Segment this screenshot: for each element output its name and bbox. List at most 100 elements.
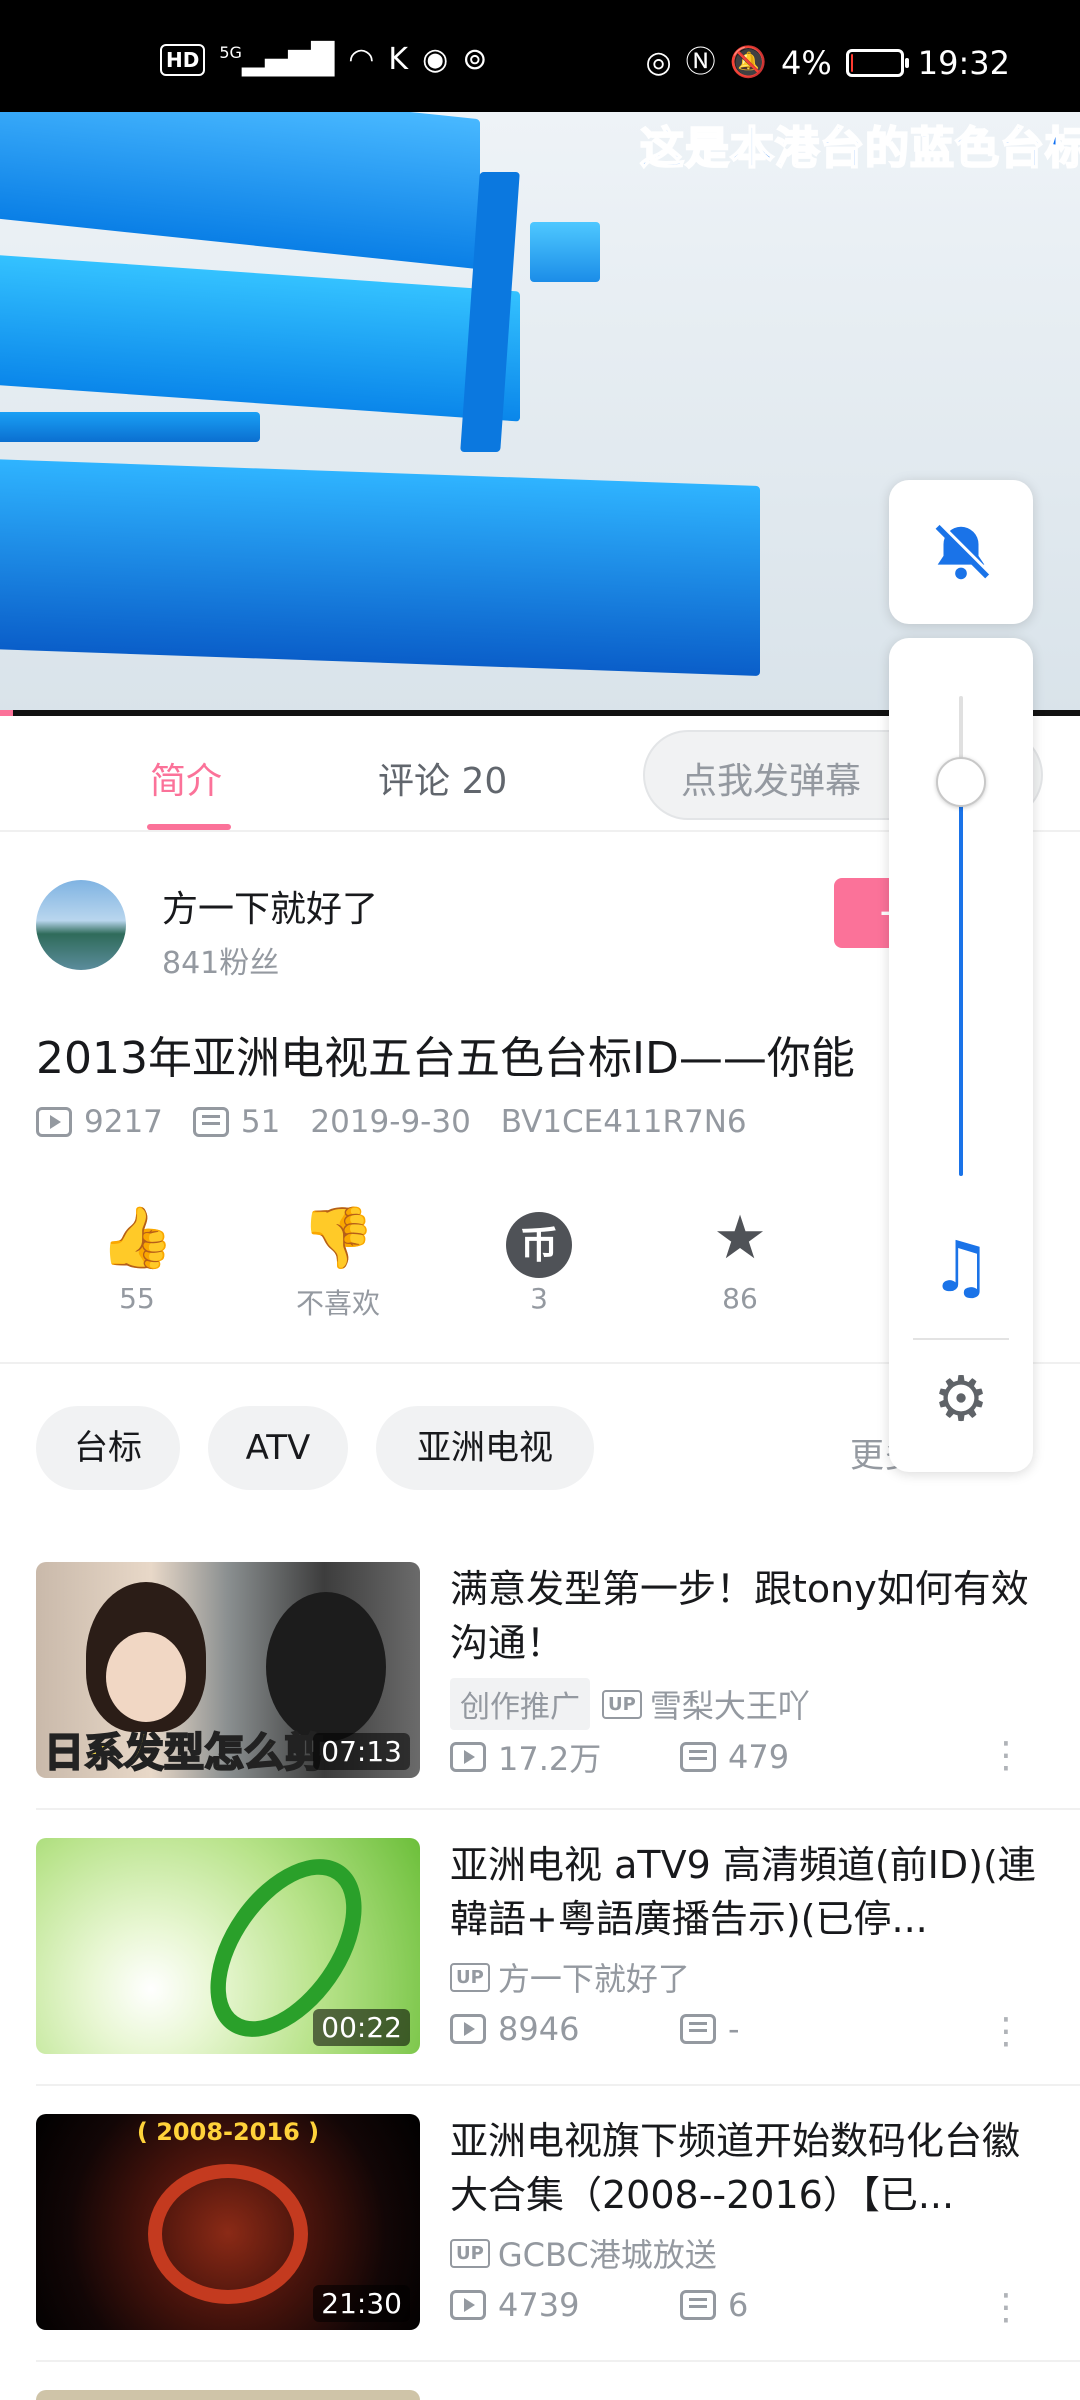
play-count-icon (450, 2014, 486, 2044)
nfc-icon: Ⓝ (685, 45, 716, 80)
battery-fill (850, 54, 853, 72)
eye-icon: ◎ (645, 45, 672, 80)
video-frame-band (0, 112, 480, 270)
video-frame-band (0, 412, 260, 442)
video-thumbnail[interactable]: 日系发型怎么剪 07:13 (36, 1562, 420, 1778)
status-left-icons: HD 5G▂▄▆█ ◠ K ◉ ⊚ (160, 44, 487, 76)
thumb-logo-shape (148, 2164, 308, 2304)
video-title[interactable]: 2013年亚洲电视五台五色台标ID——你能 (36, 1022, 896, 1086)
recommend-uploader: 方一下就好了 (497, 1960, 690, 1998)
video-thumbnail[interactable]: 00:22 (36, 1838, 420, 2054)
play-count-icon (450, 2290, 486, 2320)
tag-chip[interactable]: 台标 (36, 1406, 180, 1490)
favorite-count: 86 (722, 1282, 758, 1315)
recommend-item[interactable]: 日系发型怎么剪 07:13 满意发型第一步！跟tony如何有效沟通！ 创作推广 … (0, 1562, 1080, 1838)
tab-intro[interactable]: 简介 (150, 752, 222, 804)
star-icon: ★ (713, 1203, 767, 1273)
battery-percent: 4% (781, 44, 832, 82)
like-button[interactable]: 👍 55 (67, 1200, 207, 1315)
hd-badge: HD (160, 44, 206, 76)
recommend-title: 亚洲电视 aTV9 高清頻道(前ID)(連韓語+粵語廣播告示)(已停... (450, 1843, 1036, 1941)
more-options-icon[interactable]: ⋮ (988, 2014, 1024, 2050)
next-thumbnail-peek (36, 2390, 420, 2400)
video-frame-band (530, 222, 600, 282)
video-overlay-text: 这是本港台的蓝色台标 (639, 122, 1080, 175)
video-thumbnail[interactable]: ( 2008-2016 ) 21:30 (36, 2114, 420, 2330)
video-duration: 21:30 (313, 2285, 410, 2322)
clock: 19:32 (917, 44, 1010, 82)
more-options-icon[interactable]: ⋮ (988, 2290, 1024, 2326)
danmaku-count-icon (680, 2014, 716, 2044)
thumb-caption: 日系发型怎么剪 (43, 1729, 325, 1777)
tab-comments[interactable]: 评论 20 (378, 752, 507, 804)
tag-chip[interactable]: 亚洲电视 (376, 1406, 594, 1490)
action-bar: 👍 55 👎 不喜欢 币 3 ★ 86 (0, 1200, 900, 1340)
tag-chip[interactable]: ATV (208, 1406, 348, 1490)
list-divider (36, 1808, 1080, 1810)
recommend-uploader: GCBC港城放送 (497, 2236, 717, 2274)
volume-slider-fill (959, 782, 963, 1176)
volume-panel: ♫ ⚙ (889, 638, 1033, 1472)
dislike-label: 不喜欢 (295, 1287, 380, 1320)
bvid: BV1CE411R7N6 (500, 1104, 747, 1140)
bell-muted-icon (935, 522, 992, 579)
video-stats: 9217 51 2019-9-30 BV1CE411R7N6 (36, 1104, 777, 1140)
recommend-meta: 创作推广 UP 雪梨大王吖 (450, 1678, 810, 1730)
tab-active-indicator (147, 824, 231, 830)
views-count: 9217 (84, 1104, 163, 1140)
danmaku-count-icon (680, 2290, 716, 2320)
thumb-caption: ( 2008-2016 ) (136, 2118, 320, 2146)
danmaku-count: 51 (240, 1104, 281, 1140)
up-badge: UP (602, 1689, 642, 1719)
recommend-danmaku: 479 (728, 1738, 790, 1776)
recommend-views: 4739 (498, 2286, 580, 2324)
coin-icon: 币 (506, 1212, 572, 1278)
views-stat: 9217 (36, 1104, 163, 1140)
dislike-button[interactable]: 👎 不喜欢 (268, 1200, 408, 1322)
recommend-item[interactable]: 00:22 亚洲电视 aTV9 高清頻道(前ID)(連韓語+粵語廣播告示)(已停… (0, 1838, 1080, 2114)
recommend-title: 亚洲电视旗下频道开始数码化台徽大合集（2008--2016）【已... (450, 2119, 1021, 2217)
k-icon: K (388, 42, 409, 77)
hotspot-icon: ⊚ (462, 42, 488, 77)
publish-date: 2019-9-30 (310, 1104, 471, 1140)
recommend-danmaku: - (728, 2010, 740, 2048)
mute-icon: 🔕 (729, 45, 768, 80)
video-duration: 00:22 (313, 2009, 410, 2046)
status-bar: HD 5G▂▄▆█ ◠ K ◉ ⊚ ◎ Ⓝ 🔕 4% 19:32 (0, 0, 1080, 112)
play-count-icon (36, 1107, 72, 1137)
uploader-avatar[interactable] (36, 880, 126, 970)
app-icon: ◉ (422, 42, 449, 77)
play-count-icon (450, 1742, 486, 1772)
recommend-views: 17.2万 (498, 1740, 602, 1778)
favorite-button[interactable]: ★ 86 (670, 1200, 810, 1315)
list-divider (36, 2360, 1080, 2362)
danmaku-count-icon (192, 1107, 229, 1137)
recommend-stats: 17.2万 479 (450, 1734, 910, 1780)
recommend-item[interactable]: ( 2008-2016 ) 21:30 亚洲电视旗下频道开始数码化台徽大合集（2… (0, 2114, 1080, 2390)
promo-badge: 创作推广 (450, 1678, 590, 1730)
up-badge: UP (450, 1962, 490, 1992)
danmaku-count-icon (680, 1742, 716, 1772)
thumb-down-icon: 👎 (300, 1203, 376, 1273)
coin-button[interactable]: 币 3 (469, 1200, 609, 1315)
more-options-icon[interactable]: ⋮ (988, 1738, 1024, 1774)
thumb-face (106, 1632, 186, 1722)
wifi-icon: ◠ (348, 42, 375, 77)
status-right-icons: ◎ Ⓝ 🔕 4% 19:32 (645, 44, 1010, 82)
up-badge: UP (450, 2238, 490, 2268)
uploader-fans: 841粉丝 (162, 946, 280, 981)
volume-slider-handle[interactable] (936, 757, 986, 807)
like-count: 55 (119, 1282, 155, 1315)
recommend-views: 8946 (498, 2010, 580, 2048)
list-divider (36, 2084, 1080, 2086)
signal-icon: 5G▂▄▆█ (219, 42, 335, 77)
notification-toggle-button[interactable] (889, 480, 1033, 624)
recommend-danmaku: 6 (728, 2286, 749, 2324)
music-note-icon[interactable]: ♫ (889, 1226, 1033, 1308)
gear-icon[interactable]: ⚙ (889, 1362, 1033, 1435)
recommend-stats: 8946 - (450, 2010, 910, 2048)
uploader-name[interactable]: 方一下就好了 (162, 880, 378, 932)
recommend-meta: UP 方一下就好了 (450, 1954, 690, 2000)
recommend-uploader: 雪梨大王吖 (649, 1687, 810, 1725)
video-player[interactable]: 这是本港台的蓝色台标 (0, 112, 1080, 716)
